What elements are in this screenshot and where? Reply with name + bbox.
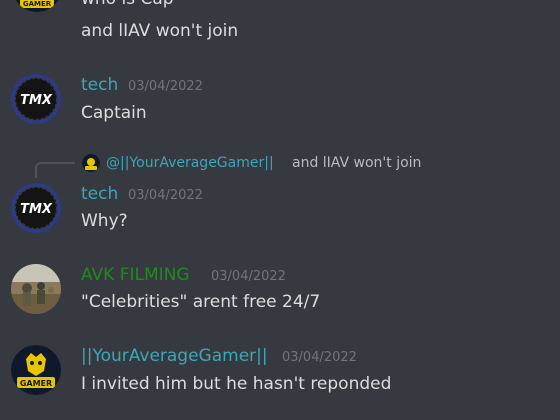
svg-text:TMX: TMX [20, 202, 53, 217]
avatar-gamer-partial[interactable]: GAMER [12, 0, 62, 12]
message-content: "Celebrities" arent free 24/7 [81, 292, 321, 312]
message-timestamp: 03/04/2022 [211, 269, 286, 284]
message-content: Why? [81, 211, 128, 231]
message-timestamp: 03/04/2022 [282, 350, 357, 365]
message-timestamp: 03/04/2022 [128, 79, 203, 94]
reply-avatar-icon[interactable] [82, 154, 100, 172]
author-name[interactable]: tech [81, 184, 118, 204]
message-content-partial: who is Cap [81, 0, 174, 10]
avatar-tech[interactable]: TMX [11, 183, 61, 233]
message-content-partial-line2: and lIAV won't join [81, 21, 239, 41]
author-name[interactable]: AVK FILMING [81, 265, 190, 285]
avatar-tech[interactable]: TMX [11, 74, 61, 124]
reply-preview-text[interactable]: and lIAV won't join [292, 154, 421, 172]
author-name[interactable]: tech [81, 75, 118, 95]
avatar-gamer[interactable]: GAMER [11, 345, 61, 395]
message-content: I invited him but he hasn't reponded [81, 374, 392, 394]
avatar-avk-filming[interactable] [11, 264, 61, 314]
chat-messages: GAMER who is Cap and lIAV won't join TMX… [0, 0, 560, 420]
reply-connector [35, 162, 75, 178]
message-timestamp: 03/04/2022 [128, 188, 203, 203]
svg-text:TMX: TMX [20, 93, 53, 108]
svg-text:GAMER: GAMER [20, 379, 52, 388]
svg-text:GAMER: GAMER [23, 0, 52, 8]
message-content: Captain [81, 103, 147, 123]
author-name[interactable]: ||YourAverageGamer|| [81, 346, 268, 366]
reply-author[interactable]: @||YourAverageGamer|| [106, 154, 274, 172]
